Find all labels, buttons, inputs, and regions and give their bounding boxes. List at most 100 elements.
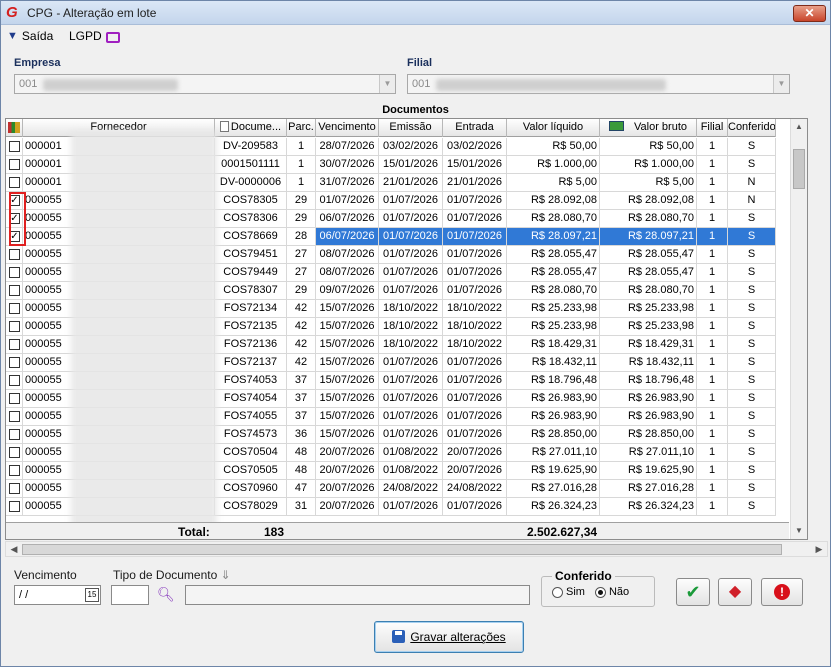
scroll-thumb[interactable] (793, 149, 805, 189)
header-documento[interactable]: Docume... (215, 119, 287, 137)
row-checkbox[interactable] (6, 444, 23, 461)
row-checkbox[interactable] (6, 264, 23, 281)
cell-valor-bruto: R$ 28.080,70 (600, 210, 697, 227)
row-checkbox[interactable] (6, 138, 23, 155)
checkbox-icon[interactable] (9, 447, 20, 458)
conferido-sim-radio[interactable]: Sim (552, 586, 585, 598)
cell-parc: 48 (287, 462, 316, 479)
checkbox-icon[interactable] (9, 357, 20, 368)
row-checkbox[interactable] (6, 156, 23, 173)
cell-valor-bruto: R$ 28.850,00 (600, 426, 697, 443)
total-row: Total: 183 2.502.627,34 (6, 522, 789, 539)
row-checkbox[interactable] (6, 174, 23, 191)
empresa-select[interactable]: 001 ▼ (14, 74, 396, 94)
row-checkbox[interactable] (6, 354, 23, 371)
cell-vencimento: 08/07/2026 (316, 246, 379, 263)
row-checkbox[interactable]: ✓ (6, 210, 23, 227)
row-checkbox[interactable]: ✓ (6, 192, 23, 209)
scroll-right-icon[interactable]: ▶ (811, 542, 827, 556)
checkbox-icon[interactable] (9, 411, 20, 422)
confirm-button[interactable]: ✔ (676, 578, 710, 606)
search-icon[interactable]: 🔍︎ (157, 586, 175, 603)
cell-entrada: 01/07/2026 (443, 228, 507, 245)
row-checkbox[interactable] (6, 480, 23, 497)
vencimento-label: Vencimento (14, 568, 77, 582)
cell-vencimento: 15/07/2026 (316, 426, 379, 443)
checkbox-icon[interactable] (9, 375, 20, 386)
checkbox-icon[interactable] (9, 141, 20, 152)
scroll-left-icon[interactable]: ◀ (6, 542, 22, 556)
checkbox-icon[interactable] (9, 285, 20, 296)
menu-exit[interactable]: ▼ Saída (7, 29, 53, 43)
row-checkbox[interactable] (6, 426, 23, 443)
close-button[interactable]: ✕ (793, 5, 826, 22)
checkbox-icon[interactable] (9, 303, 20, 314)
checkbox-icon[interactable] (9, 501, 20, 512)
header-filial[interactable]: Filial (697, 119, 728, 137)
row-checkbox[interactable] (6, 282, 23, 299)
row-checkbox[interactable] (6, 246, 23, 263)
header-valor-liquido[interactable]: Valor líquido (507, 119, 600, 137)
cell-entrada: 15/01/2026 (443, 156, 507, 173)
checkbox-icon[interactable] (9, 393, 20, 404)
cell-entrada: 01/07/2026 (443, 408, 507, 425)
scroll-down-icon[interactable]: ▼ (791, 523, 807, 539)
scroll-up-icon[interactable]: ▲ (791, 119, 807, 135)
cell-filial: 1 (697, 138, 728, 155)
row-checkbox[interactable]: ✓ (6, 228, 23, 245)
checkbox-icon[interactable] (9, 177, 20, 188)
vertical-scrollbar[interactable]: ▲ ▼ (790, 119, 807, 539)
cell-valor-liquido: R$ 27.011,10 (507, 444, 600, 461)
menu-lgpd[interactable]: LGPD (69, 29, 120, 43)
checkbox-checked-icon[interactable]: ✓ (9, 231, 20, 242)
checkbox-checked-icon[interactable]: ✓ (9, 213, 20, 224)
header-emissao[interactable]: Emissão (379, 119, 443, 137)
header-entrada[interactable]: Entrada (443, 119, 507, 137)
checkbox-icon[interactable] (9, 159, 20, 170)
double-arrow-down-icon: ▼ (7, 30, 18, 42)
filial-select[interactable]: 001 ▼ (407, 74, 790, 94)
checkbox-icon[interactable] (9, 249, 20, 260)
row-checkbox[interactable] (6, 300, 23, 317)
row-checkbox[interactable] (6, 318, 23, 335)
horizontal-scrollbar[interactable]: ◀ ▶ (5, 541, 828, 557)
tipo-doc-description-input (185, 585, 530, 605)
checkbox-icon[interactable] (9, 465, 20, 476)
save-changes-button[interactable]: Gravar alterações (374, 621, 524, 653)
cell-emissao: 01/07/2026 (379, 246, 443, 263)
cell-parc: 48 (287, 444, 316, 461)
header-check[interactable] (6, 119, 23, 137)
header-conferido[interactable]: Conferido (728, 119, 776, 137)
clear-button[interactable]: ◆ (718, 578, 752, 606)
hscroll-thumb[interactable] (22, 544, 782, 555)
vencimento-input[interactable]: / / 15 (14, 585, 101, 605)
row-checkbox[interactable] (6, 372, 23, 389)
header-valor-bruto[interactable]: Valor bruto (600, 119, 697, 137)
checkbox-icon[interactable] (9, 339, 20, 350)
arrow-down-icon: ⇓ (220, 568, 231, 582)
header-vencimento[interactable]: Vencimento (316, 119, 379, 137)
conferido-nao-radio[interactable]: Não (594, 586, 629, 598)
cell-emissao: 01/08/2022 (379, 462, 443, 479)
row-checkbox[interactable] (6, 390, 23, 407)
cell-valor-bruto: R$ 18.796,48 (600, 372, 697, 389)
header-parc[interactable]: Parc. (287, 119, 316, 137)
checkbox-icon[interactable] (9, 321, 20, 332)
row-checkbox[interactable] (6, 336, 23, 353)
cell-valor-bruto: R$ 28.097,21 (600, 228, 697, 245)
checkbox-icon[interactable] (9, 267, 20, 278)
tipo-doc-code-input[interactable] (111, 585, 149, 605)
checkbox-checked-icon[interactable]: ✓ (9, 195, 20, 206)
row-checkbox[interactable] (6, 462, 23, 479)
checkbox-icon[interactable] (9, 429, 20, 440)
cell-vencimento: 20/07/2026 (316, 498, 379, 515)
cell-vencimento: 15/07/2026 (316, 408, 379, 425)
row-checkbox[interactable] (6, 498, 23, 515)
checkbox-icon[interactable] (9, 483, 20, 494)
alert-button[interactable]: ! (761, 578, 803, 606)
row-checkbox[interactable] (6, 408, 23, 425)
calendar-icon[interactable]: 15 (85, 588, 99, 602)
save-icon (392, 630, 406, 643)
conferido-group-title: Conferido (552, 569, 615, 583)
cell-filial: 1 (697, 444, 728, 461)
